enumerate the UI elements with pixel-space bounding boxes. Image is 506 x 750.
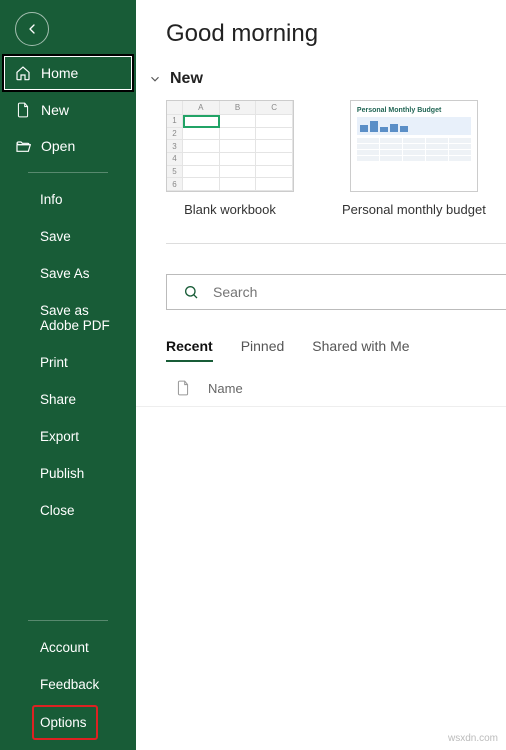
nav-new-label: New: [41, 102, 69, 118]
main-pane: Good morning New ABC 1 2 3 4 5 6: [136, 0, 506, 750]
nav-save-as[interactable]: Save As: [0, 255, 136, 292]
sidebar-divider-bottom: [28, 620, 108, 621]
tab-shared[interactable]: Shared with Me: [312, 338, 409, 362]
arrow-left-icon: [24, 21, 40, 37]
recent-tabs: Recent Pinned Shared with Me: [136, 310, 506, 362]
nav-save-as-adobe-pdf[interactable]: Save as Adobe PDF: [0, 292, 136, 344]
chevron-down-icon: [148, 72, 162, 86]
nav-options[interactable]: Options: [32, 705, 98, 740]
nav-info[interactable]: Info: [0, 181, 136, 218]
sidebar-divider-top: [28, 172, 108, 173]
tab-pinned[interactable]: Pinned: [241, 338, 285, 362]
file-icon: [176, 380, 190, 396]
template-gallery: ABC 1 2 3 4 5 6 Blank workbook Personal …: [136, 100, 506, 217]
nav-save[interactable]: Save: [0, 218, 136, 255]
nav-home-label: Home: [41, 65, 78, 81]
column-name: Name: [208, 381, 243, 396]
nav-export[interactable]: Export: [0, 418, 136, 455]
search-icon: [183, 284, 199, 300]
template-blank-workbook[interactable]: ABC 1 2 3 4 5 6 Blank workbook: [166, 100, 294, 217]
nav-open-label: Open: [41, 138, 75, 154]
nav-open[interactable]: Open: [0, 128, 136, 164]
open-icon: [15, 138, 31, 154]
template-blank-thumb: ABC 1 2 3 4 5 6: [166, 100, 294, 192]
search-input[interactable]: [213, 284, 490, 300]
backstage-sidebar: Home New Open Info Save Save As Save as …: [0, 0, 136, 750]
nav-close[interactable]: Close: [0, 492, 136, 529]
nav-new[interactable]: New: [0, 92, 136, 128]
template-budget-thumb: Personal Monthly Budget: [350, 100, 478, 192]
nav-publish[interactable]: Publish: [0, 455, 136, 492]
watermark: wsxdn.com: [448, 733, 498, 744]
tab-recent[interactable]: Recent: [166, 338, 213, 362]
template-personal-monthly-budget[interactable]: Personal Monthly Budget Personal monthly…: [342, 100, 486, 217]
home-icon: [15, 65, 31, 81]
new-section-title: New: [170, 70, 203, 88]
nav-home[interactable]: Home: [4, 56, 132, 90]
nav-feedback[interactable]: Feedback: [0, 666, 136, 703]
search-bar[interactable]: [166, 274, 506, 310]
back-button[interactable]: [15, 12, 49, 46]
template-budget-label: Personal monthly budget: [342, 202, 486, 217]
page-title: Good morning: [136, 0, 506, 62]
section-divider: [166, 243, 506, 244]
nav-account[interactable]: Account: [0, 629, 136, 666]
new-icon: [15, 102, 31, 118]
nav-print[interactable]: Print: [0, 344, 136, 381]
new-section-toggle[interactable]: New: [136, 62, 506, 100]
nav-share[interactable]: Share: [0, 381, 136, 418]
template-blank-label: Blank workbook: [184, 202, 276, 217]
file-list-header: Name: [136, 362, 506, 407]
